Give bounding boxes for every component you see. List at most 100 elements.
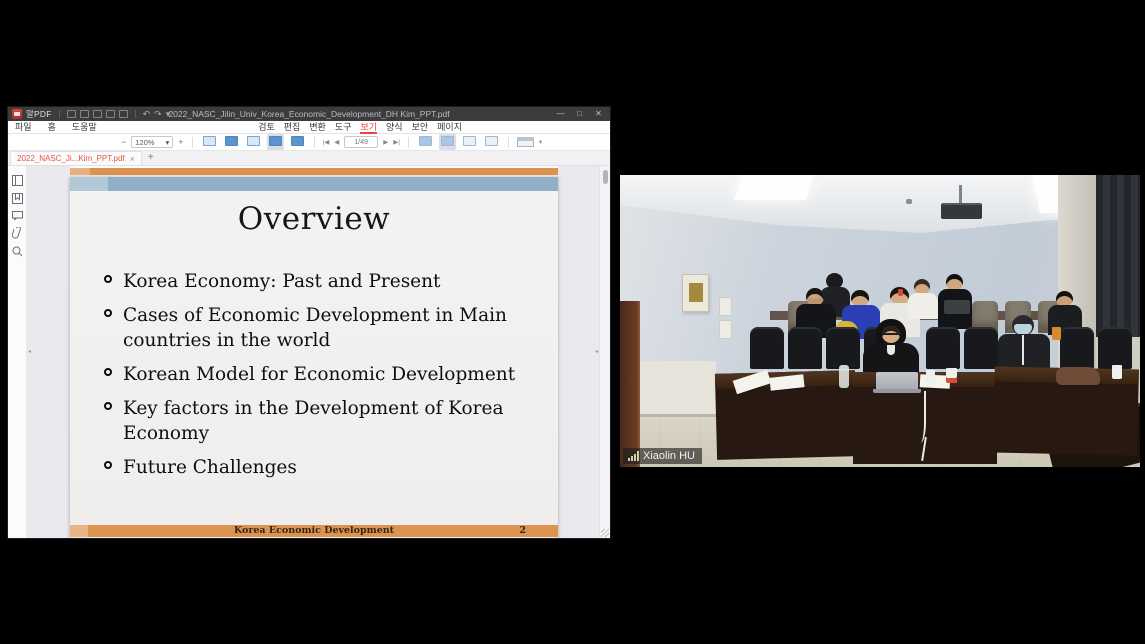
menu-bar: 파일 홈 도움말 검토 편집 변환 도구 보기 양식 보안 페이지: [8, 121, 610, 134]
single-page-view-button[interactable]: [417, 134, 434, 150]
collapse-right-panel-icon[interactable]: ◂: [595, 348, 598, 355]
scrollbar-thumb[interactable]: [603, 170, 608, 184]
last-page-button[interactable]: ▶|: [393, 138, 400, 146]
save-as-icon[interactable]: [93, 110, 102, 118]
bullet-text: Cases of Economic Development in Main co…: [123, 303, 521, 353]
divider: [508, 137, 509, 148]
slide-page-number: 2: [519, 525, 526, 537]
picture-frame: [682, 274, 709, 312]
previous-page-button[interactable]: ◀: [334, 138, 339, 146]
menu-help[interactable]: 도움말: [72, 121, 97, 134]
menu-form[interactable]: 양식: [386, 121, 403, 134]
bookmarks-panel-icon[interactable]: [12, 193, 23, 204]
full-screen-button[interactable]: [289, 134, 306, 150]
vertical-scrollbar[interactable]: [599, 166, 610, 538]
projector: [941, 203, 982, 219]
app-name: 알PDF: [26, 108, 52, 120]
ceiling-light: [734, 175, 813, 200]
tab-close-icon[interactable]: ×: [130, 154, 135, 164]
redo-icon[interactable]: ↷: [154, 109, 162, 119]
document-tab[interactable]: 2022_NASC_Ji...Kim_PPT.pdf ×: [10, 151, 142, 165]
chair-back: [1060, 327, 1094, 369]
first-page-button[interactable]: |◀: [323, 138, 330, 146]
slide-bullet-list: Korea Economy: Past and Present Cases of…: [104, 269, 524, 489]
document-tab-bar: 2022_NASC_Ji...Kim_PPT.pdf × +: [8, 151, 610, 166]
open-folder-icon[interactable]: [67, 110, 76, 118]
attachments-panel-icon[interactable]: [12, 227, 22, 239]
menu-edit[interactable]: 편집: [284, 121, 301, 134]
next-page-button[interactable]: ▶: [383, 138, 388, 146]
connection-signal-icon: [628, 451, 639, 461]
print-icon[interactable]: [106, 110, 115, 118]
bullet-text: Key factors in the Development of Korea …: [123, 396, 521, 446]
list-item: Korea Economy: Past and Present: [104, 269, 524, 294]
chair-back: [826, 327, 860, 369]
divider: [314, 137, 315, 148]
undo-icon[interactable]: ↶: [143, 109, 151, 119]
split-view-button[interactable]: [517, 137, 534, 147]
bullet-icon: [104, 461, 112, 469]
chair-back: [964, 327, 998, 369]
menu-tools[interactable]: 도구: [335, 121, 352, 134]
close-button[interactable]: ✕: [589, 107, 608, 121]
pdf-body: Overview Korea Economy: Past and Present…: [8, 166, 610, 538]
maximize-button[interactable]: □: [570, 107, 589, 121]
quick-access-more-icon[interactable]: ▾: [166, 109, 171, 119]
two-page-view-button[interactable]: [461, 134, 478, 150]
menu-review[interactable]: 검토: [258, 121, 275, 134]
list-item: Cases of Economic Development in Main co…: [104, 303, 524, 353]
continuous-view-button[interactable]: [439, 134, 456, 150]
bullet-text: Future Challenges: [123, 455, 521, 480]
bullet-text: Korean Model for Economic Development: [123, 362, 521, 387]
participant-name-label: Xiaolin HU: [623, 448, 702, 464]
menu-convert[interactable]: 변환: [309, 121, 326, 134]
minimize-button[interactable]: —: [551, 107, 570, 121]
laptop: [876, 372, 918, 389]
split-view-dropdown-icon[interactable]: ▾: [539, 138, 542, 146]
zoom-in-button[interactable]: +: [178, 135, 183, 150]
chevron-down-icon: ▾: [166, 138, 170, 147]
search-panel-icon[interactable]: [12, 246, 23, 257]
menu-file[interactable]: 파일: [15, 121, 32, 134]
red-cup: [898, 289, 903, 296]
collapse-left-panel-icon[interactable]: ◂: [28, 348, 31, 355]
menu-view-active[interactable]: 보기: [360, 121, 377, 134]
grid-view-button[interactable]: [483, 134, 500, 150]
thumbnails-panel-icon[interactable]: [12, 175, 23, 186]
fit-page-button[interactable]: [223, 134, 240, 150]
view-toolbar: − 120% ▾ + |◀ ◀ 1/49 ▶ ▶| ▾: [8, 134, 610, 151]
divider: [59, 110, 60, 118]
save-icon[interactable]: [80, 110, 89, 118]
actual-size-button[interactable]: [267, 134, 284, 150]
bullet-icon: [104, 309, 112, 317]
fit-width-button[interactable]: [201, 134, 218, 150]
zoom-out-button[interactable]: −: [121, 135, 126, 150]
slide-title: Overview: [70, 201, 558, 237]
zoom-level-select[interactable]: 120% ▾: [131, 136, 173, 148]
document-scroll-area[interactable]: Overview Korea Economy: Past and Present…: [27, 166, 599, 538]
menu-security[interactable]: 보안: [412, 121, 429, 134]
menu-home[interactable]: 홈: [48, 121, 56, 134]
participant-video-tile[interactable]: Xiaolin HU: [620, 175, 1140, 467]
window-curtain: [1096, 175, 1140, 337]
divider: [135, 110, 136, 118]
door-frame: [620, 301, 640, 467]
share-icon[interactable]: [119, 110, 128, 118]
alpdf-app-icon: [12, 109, 22, 119]
bullet-icon: [104, 402, 112, 410]
menu-page[interactable]: 페이지: [437, 121, 462, 134]
fit-height-button[interactable]: [245, 134, 262, 150]
comments-panel-icon[interactable]: [12, 211, 23, 220]
page-number-input[interactable]: 1/49: [344, 136, 378, 148]
navigation-side-panel: [8, 166, 27, 538]
wall-switch: [719, 320, 732, 339]
chair-back: [926, 327, 960, 369]
left-wainscot-wall: [640, 361, 716, 417]
new-tab-button[interactable]: +: [148, 151, 154, 165]
wall-switch: [719, 297, 732, 316]
white-cup: [1112, 365, 1122, 379]
window-titlebar[interactable]: 알PDF ↶ ↷ ▾ 2022_NASC_Jilin_Univ_Korea_Ec…: [8, 107, 610, 121]
slide-page-2: Overview Korea Economy: Past and Present…: [70, 177, 558, 538]
laptop-cable: [912, 391, 926, 443]
window-resize-grip[interactable]: [601, 529, 609, 537]
